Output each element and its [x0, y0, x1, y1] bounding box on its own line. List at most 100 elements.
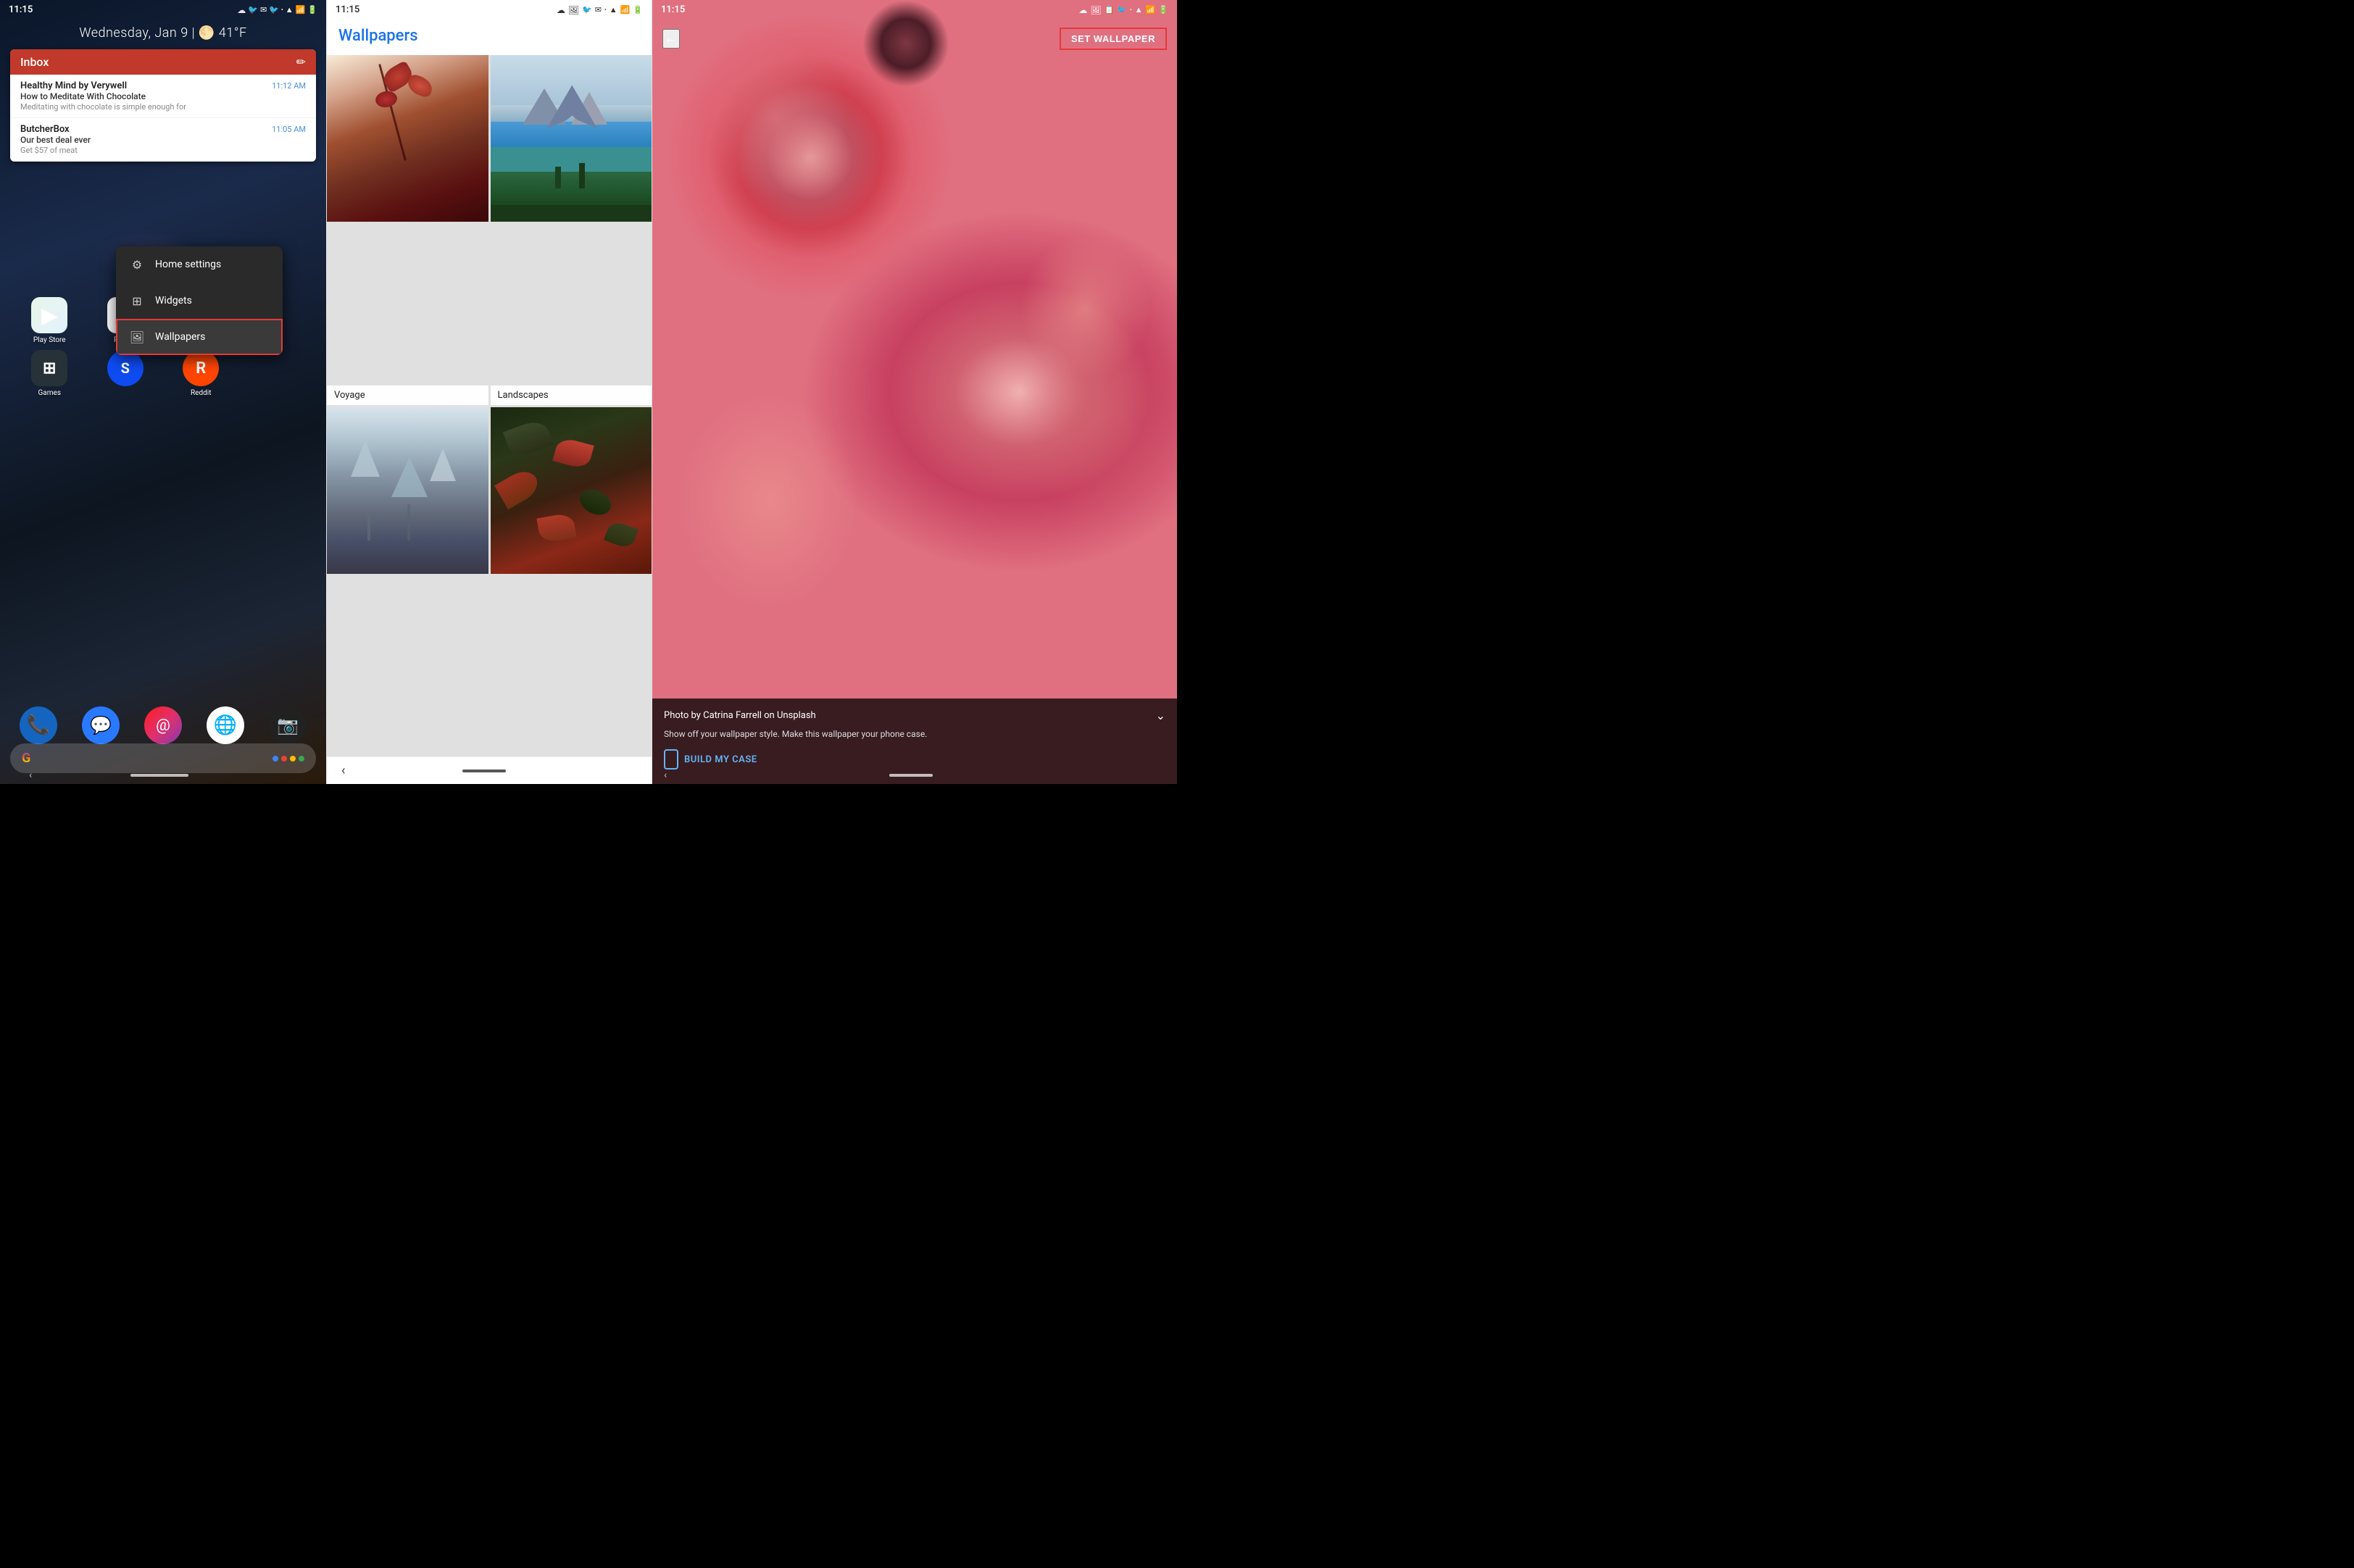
context-menu: ⚙ Home settings ⊞ Widgets 🖼 Wallpapers — [116, 246, 283, 355]
build-case-button[interactable]: BUILD MY CASE — [664, 749, 1165, 770]
dock-chrome[interactable]: 🌐 — [207, 706, 244, 744]
wp-wifi: ▲ — [610, 5, 617, 14]
floral-detail-4 — [1018, 314, 1177, 517]
landscapes-label: Landscapes — [491, 385, 652, 405]
home-dock: 📞 💬 @ 🌐 📷 — [0, 706, 326, 744]
back-nav-icon[interactable]: ‹ — [29, 770, 32, 781]
wp-mail-icon: ✉ — [595, 5, 602, 14]
preview-nav-bar: ‹ — [652, 770, 1177, 781]
wp-photo-icon: 🖼 — [568, 5, 579, 15]
voyage-thumbnail — [327, 55, 488, 222]
wp-nav-bar: ‹ — [327, 756, 652, 784]
wallpaper-voyage[interactable]: Voyage — [327, 55, 488, 405]
inbox-preview-2: Get $57 of meat — [20, 146, 306, 155]
google-g-icon: G — [22, 751, 30, 766]
play-store-label: Play Store — [33, 336, 66, 344]
wp-battery: 🔋 — [633, 5, 643, 14]
inbox-card[interactable]: Inbox ✏ Healthy Mind by Verywell 11:12 A… — [10, 49, 316, 162]
prev-cloud: ☁ — [1078, 5, 1087, 15]
widgets-icon: ⊞ — [129, 293, 145, 309]
wp-time: 11:15 — [336, 4, 359, 15]
prev-twitter: 🐦 — [1117, 5, 1127, 14]
wifi-icon: ▲ — [286, 5, 294, 14]
reddit-icon: R — [183, 350, 219, 386]
inbox-title: Inbox — [20, 55, 49, 69]
settings-icon: ⚙ — [129, 257, 145, 272]
preview-time: 11:15 — [661, 4, 685, 15]
dock-row: 📞 💬 @ 🌐 📷 — [7, 706, 319, 744]
wallpapers-icon: 🖼 — [129, 329, 145, 345]
dock-threads[interactable]: @ — [144, 706, 182, 744]
preview-status-bar: 11:15 ☁ 🖼 📋 🐦 • ▲ 📶 🔋 — [652, 0, 1177, 20]
reddit-label: Reddit — [191, 389, 211, 397]
wp-twitter-icon: 🐦 — [582, 5, 592, 14]
home-time: 11:15 — [9, 4, 33, 15]
wp-signal: 📶 — [620, 5, 631, 14]
home-screen: 11:15 ☁ 🐦 ✉ 🐦 • ▲ 📶 🔋 Wednesday, Jan 9 |… — [0, 0, 326, 784]
twitter-icon: 🐦 — [248, 5, 258, 14]
home-search-bar[interactable]: G — [10, 743, 316, 773]
wallpaper-snowy[interactable] — [327, 407, 488, 757]
home-status-icons: ☁ 🐦 ✉ 🐦 • ▲ 📶 🔋 — [237, 5, 317, 15]
floral-detail-3 — [678, 392, 860, 609]
message-icon: 💬 — [82, 706, 120, 744]
inbox-sender-1: Healthy Mind by Verywell — [20, 80, 127, 91]
wallpaper-grid: Voyage — [327, 55, 652, 756]
inbox-preview-1: Meditating with chocolate is simple enou… — [20, 102, 306, 112]
app-play-store[interactable]: ▶ Play Store — [14, 297, 85, 344]
preview-status-icons: ☁ 🖼 📋 🐦 • ▲ 📶 🔋 — [1078, 5, 1168, 15]
prev-dot: • — [1130, 7, 1132, 13]
app-reddit[interactable]: R Reddit — [166, 350, 236, 397]
twitter2-icon: 🐦 — [269, 5, 279, 14]
prev-wifi: ▲ — [1135, 5, 1143, 14]
home-nav-pill — [130, 774, 188, 777]
preview-description: Show off your wallpaper style. Make this… — [664, 728, 1165, 741]
wp-nav-pill — [462, 770, 506, 772]
menu-item-widgets[interactable]: ⊞ Widgets — [116, 283, 283, 319]
dock-phone[interactable]: 📞 — [20, 706, 57, 744]
app-shazam[interactable]: S — [91, 350, 161, 397]
inbox-item-2[interactable]: ButcherBox 11:05 AM Our best deal ever G… — [10, 118, 316, 162]
shazam-icon: S — [107, 350, 144, 386]
inbox-header: Inbox ✏ — [10, 49, 316, 75]
floral-detail-1 — [704, 39, 849, 199]
google-dots — [273, 756, 304, 762]
wallpaper-landscapes[interactable]: Landscapes — [491, 55, 652, 405]
wallpaper-botanicals[interactable] — [491, 407, 652, 757]
chrome-icon: 🌐 — [207, 706, 244, 744]
dock-camera[interactable]: 📷 — [269, 706, 307, 744]
wp-cloud-icon: ☁ — [557, 5, 565, 15]
menu-item-home-settings[interactable]: ⚙ Home settings — [116, 246, 283, 283]
threads-icon: @ — [144, 706, 182, 744]
chevron-down-icon[interactable]: ⌄ — [1156, 709, 1165, 722]
preview-nav-pill — [889, 774, 933, 777]
cloud-icon: ☁ — [237, 5, 246, 15]
mail-icon: ✉ — [260, 5, 267, 14]
wp-title: Wallpapers — [338, 27, 640, 45]
wp-dot: • — [604, 7, 607, 13]
leaves-thumbnail — [491, 407, 652, 574]
battery-icon: 🔋 — [307, 5, 317, 14]
inbox-subject-2: Our best deal ever — [20, 135, 306, 145]
prev-signal: 📶 — [1146, 5, 1156, 14]
inbox-edit-icon[interactable]: ✏ — [296, 55, 306, 69]
wallpaper-preview-screen: 11:15 ☁ 🖼 📋 🐦 • ▲ 📶 🔋 ← SET WALLPAPER Ph… — [652, 0, 1177, 784]
wp-back-icon[interactable]: ‹ — [341, 763, 345, 778]
landscape-thumbnail — [491, 55, 652, 222]
inbox-item-1[interactable]: Healthy Mind by Verywell 11:12 AM How to… — [10, 75, 316, 118]
prev-battery: 🔋 — [1158, 5, 1168, 14]
inbox-time-1: 11:12 AM — [272, 81, 306, 91]
set-wallpaper-button[interactable]: SET WALLPAPER — [1060, 28, 1167, 50]
home-status-bar: 11:15 ☁ 🐦 ✉ 🐦 • ▲ 📶 🔋 — [0, 0, 326, 20]
prev-note: 📋 — [1105, 5, 1115, 14]
preview-back-nav[interactable]: ‹ — [664, 770, 667, 781]
phone-icon: 📞 — [20, 706, 57, 744]
dot-icon: • — [281, 7, 283, 13]
dock-messaging[interactable]: 💬 — [82, 706, 120, 744]
inbox-sender-2: ButcherBox — [20, 124, 70, 135]
app-games[interactable]: ⊞ Games — [14, 350, 85, 397]
menu-item-wallpapers[interactable]: 🖼 Wallpapers — [116, 319, 283, 355]
home-nav-bar: ‹ — [0, 770, 326, 781]
preview-back-button[interactable]: ← — [662, 29, 680, 49]
voyage-label: Voyage — [327, 385, 488, 405]
